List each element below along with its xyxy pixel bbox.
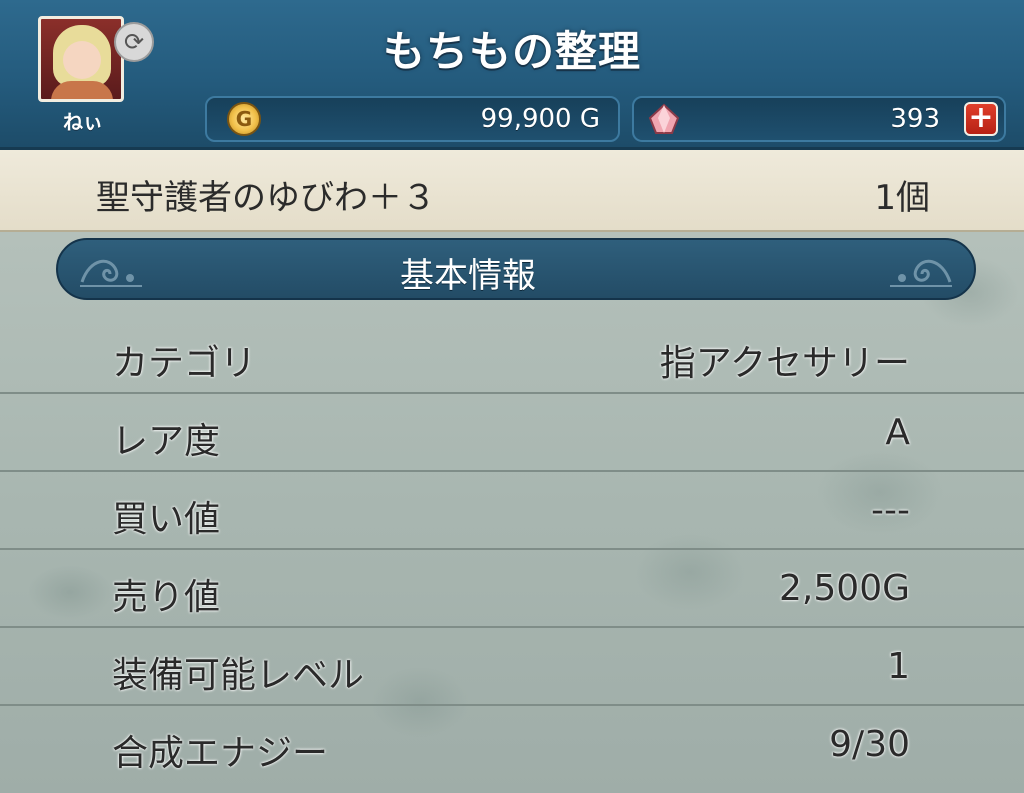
detail-value: 指アクセサリー [659, 343, 910, 384]
detail-row-rarity: レア度 A [0, 394, 1024, 472]
gold-coin-icon: G [227, 102, 261, 136]
section-header: 基本情報 [56, 238, 976, 300]
gem-amount: 393 [890, 104, 940, 134]
detail-label: 買い値 [112, 499, 221, 540]
detail-list: カテゴリ 指アクセサリー レア度 A 買い値 --- 売り値 2,500G 装備… [0, 316, 1024, 784]
top-header: ⟳ ねぃ もちもの整理 G 99,900 G 393 + [0, 0, 1024, 150]
detail-value: A [885, 412, 910, 453]
page-title: もちもの整理 [382, 27, 641, 76]
item-count: 1個 [874, 178, 930, 218]
detail-row-category: カテゴリ 指アクセサリー [0, 316, 1024, 394]
player-name: ねぃ [63, 110, 103, 134]
section-title: 基本情報 [400, 256, 536, 296]
detail-label: カテゴリ [112, 343, 257, 384]
detail-value: 9/30 [829, 724, 910, 765]
detail-value: 1 [887, 646, 910, 687]
detail-row-sell-price: 売り値 2,500G [0, 550, 1024, 628]
detail-label: 合成エナジー [112, 733, 329, 774]
gold-amount: 99,900 G [480, 104, 600, 134]
detail-label: レア度 [112, 421, 221, 462]
detail-label: 装備可能レベル [112, 655, 365, 696]
add-gems-button[interactable]: + [964, 102, 998, 136]
detail-value: --- [871, 490, 910, 531]
gem-icon [648, 103, 680, 134]
gold-display: G 99,900 G [205, 96, 620, 142]
plus-icon: + [968, 100, 994, 135]
item-summary: 聖守護者のゆびわ＋３ 1個 [0, 150, 1024, 232]
avatar-body [51, 81, 113, 99]
detail-label: 売り値 [112, 577, 221, 618]
detail-value: 2,500G [779, 568, 910, 609]
gem-display: 393 + [632, 96, 1006, 142]
detail-row-equip-level: 装備可能レベル 1 [0, 628, 1024, 706]
detail-row-synthesis-energy: 合成エナジー 9/30 [0, 706, 1024, 784]
item-name: 聖守護者のゆびわ＋３ [96, 178, 436, 218]
ornament-right-icon [890, 259, 952, 287]
item-details-panel: 基本情報 カテゴリ 指アクセサリー レア度 A 買い値 --- 売り値 2,50… [0, 232, 1024, 793]
detail-row-buy-price: 買い値 --- [0, 472, 1024, 550]
